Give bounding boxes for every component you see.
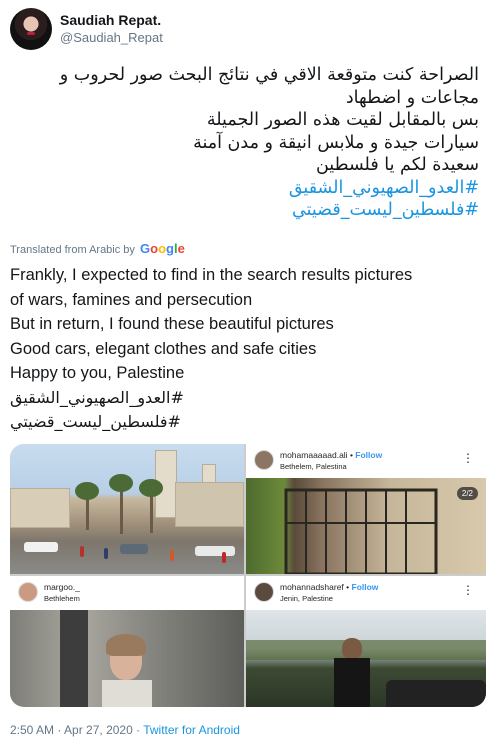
author-handle[interactable]: @Saudiah_Repat	[60, 30, 163, 45]
tweet-line: سيارات جيدة و ملابس انيقة و مدن آمنة	[193, 132, 479, 153]
instagram-header: mohamaaaaad.ali • Follow Bethelem, Pales…	[246, 444, 486, 478]
car	[120, 544, 148, 554]
author-display-name[interactable]: Saudiah Repat.	[60, 12, 161, 28]
translation-hashtag: #العدو_الصهيوني_الشقيق	[10, 387, 184, 407]
pedestrian	[104, 548, 108, 559]
palm-tree	[109, 474, 133, 492]
tweet-line: مجاعات و اضطهاد	[345, 87, 479, 108]
car	[24, 542, 58, 552]
media-photo-instagram-man[interactable]: mohannadsharef • Follow Jenin, Palestine…	[246, 576, 486, 707]
tweet-footer: 2:50 AM · Apr 27, 2020 · Twitter for And…	[10, 723, 240, 737]
tweet-text-arabic: الصراحة كنت متوقعة الاقي في نتائج البحث …	[10, 64, 479, 222]
translated-label: Translated from Arabic by	[10, 244, 135, 256]
translation-line: But in return, I found these beautiful p…	[10, 315, 334, 333]
avatar	[254, 582, 274, 602]
avatar	[254, 450, 274, 470]
tweet-line: الصراحة كنت متوقعة الاقي في نتائج البحث …	[59, 65, 479, 85]
instagram-location: Bethelem, Palestina	[280, 462, 347, 471]
media-grid: mohamaaaaad.ali • Follow Bethelem, Pales…	[10, 444, 486, 707]
tweet-line: سعيدة لكم يا فلسطين	[315, 155, 479, 175]
avatar[interactable]	[10, 8, 52, 50]
separator: ·	[54, 723, 65, 737]
hashtag-link[interactable]: #فلسطين_ليست_قضيتي	[10, 199, 479, 222]
instagram-location: Jenin, Palestine	[280, 594, 333, 603]
hashtag-link[interactable]: #العدو_الصهيوني_الشقيق	[10, 177, 479, 200]
iron-gate	[284, 488, 438, 574]
instagram-username: margoo._	[44, 582, 80, 592]
palm-tree	[139, 479, 163, 497]
tweet-source-link[interactable]: Twitter for Android	[143, 723, 240, 737]
instagram-username: mohannadsharef • Follow	[280, 582, 379, 592]
translation-line: of wars, famines and persecution	[10, 290, 253, 309]
separator: ·	[132, 723, 144, 737]
media-photo-instagram-portrait[interactable]: margoo._ Bethlehem	[10, 576, 244, 707]
media-photo-city-street[interactable]	[10, 444, 244, 574]
tweet-time[interactable]: 2:50 AM	[10, 723, 54, 737]
instagram-username: mohamaaaaad.ali • Follow	[280, 450, 383, 460]
google-logo: Google	[139, 241, 185, 256]
translation-hashtag: #فلسطين_ليست_قضيتي	[10, 412, 181, 431]
building	[175, 482, 244, 527]
more-vertical-icon: ⋮	[462, 583, 474, 597]
tweet-header: Saudiah Repat. @Saudiah_Repat	[10, 8, 479, 50]
translation-line: Frankly, I expected to find in the searc…	[10, 266, 413, 284]
media-photo-instagram-gate[interactable]: mohamaaaaad.ali • Follow Bethelem, Pales…	[246, 444, 486, 574]
more-vertical-icon: ⋮	[462, 451, 474, 465]
building	[10, 488, 70, 528]
pedestrian	[80, 546, 84, 557]
gate-photo	[246, 478, 486, 574]
instagram-header: margoo._ Bethlehem	[10, 576, 244, 610]
pedestrian	[170, 550, 174, 561]
instagram-header: mohannadsharef • Follow Jenin, Palestine…	[246, 576, 486, 610]
tweet-date[interactable]: Apr 27, 2020	[64, 723, 133, 737]
translation-attribution[interactable]: Translated from Arabic by Google	[10, 241, 185, 256]
translation-line: Good cars, elegant clothes and safe citi…	[10, 339, 317, 358]
image-counter: 2/2	[456, 487, 478, 500]
avatar	[18, 582, 38, 602]
tweet-line: بس بالمقابل لقيت هذه الصور الجميلة	[206, 110, 479, 130]
tweet-translation: Frankly, I expected to find in the searc…	[10, 263, 482, 435]
translation-line: Happy to you, Palestine	[10, 364, 185, 382]
portrait-photo	[10, 610, 244, 707]
pedestrian	[222, 552, 226, 563]
palm-tree	[75, 482, 99, 500]
man-photo	[246, 610, 486, 707]
car	[195, 546, 235, 556]
instagram-location: Bethlehem	[44, 594, 80, 603]
